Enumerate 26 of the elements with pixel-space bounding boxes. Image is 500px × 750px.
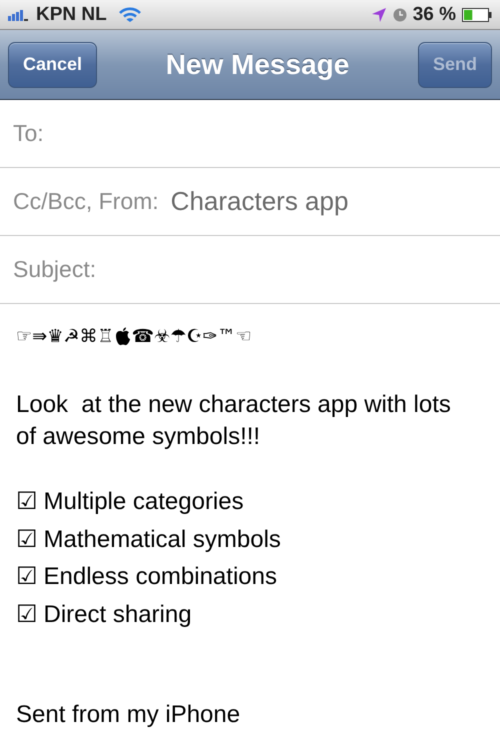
field-label: To: [13, 120, 44, 147]
field-label: Cc/Bcc, From: [13, 188, 159, 215]
battery-icon [462, 8, 492, 22]
checkbox-symbol: ☑ [16, 598, 38, 630]
cancel-button[interactable]: Cancel [8, 42, 98, 88]
signature-text: Sent from my iPhone [16, 700, 242, 730]
wifi-icon [118, 6, 141, 22]
screen-title: New Message [166, 48, 350, 80]
symbol-text: ☎☣☂☪✑™☜ [132, 326, 252, 347]
feature-text: Endless combinations [44, 562, 277, 592]
checkbox-symbol: ☑ [16, 561, 38, 592]
battery-percentage: 36 % [412, 4, 456, 26]
input-field[interactable]: Characters app [170, 186, 500, 217]
clock-icon [392, 8, 407, 22]
feature-text: Mathematical symbols [44, 524, 281, 554]
signal-icon [8, 8, 30, 20]
location-arrow-icon [370, 6, 387, 22]
field-label: Subject: [13, 256, 96, 283]
apple-icon [114, 327, 131, 346]
checkbox-symbol: ☑ [16, 524, 38, 554]
message-text: Look at the new characters app with lots of awesome symbols!!! [16, 390, 452, 452]
carrier-name: KPN NL [36, 4, 107, 26]
symbol-text: ☞⇛♛☭⌘♖ [16, 326, 114, 347]
feature-text: Direct sharing [44, 600, 192, 630]
checkbox-symbol: ☑ [16, 486, 38, 517]
feature-text: Multiple categories [44, 487, 244, 517]
